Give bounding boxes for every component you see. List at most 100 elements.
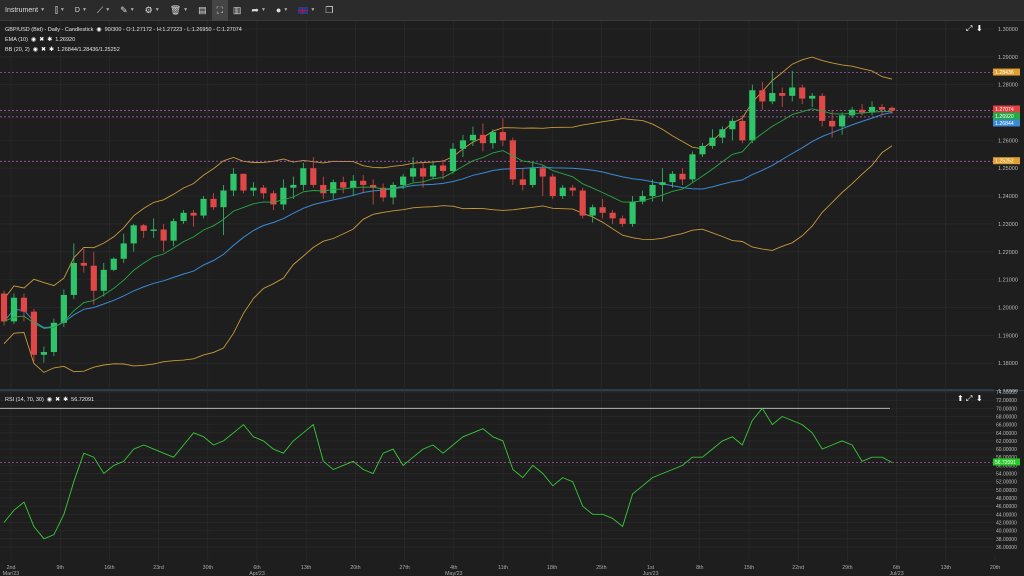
candle-body xyxy=(878,106,886,110)
candle-body xyxy=(390,184,397,198)
date-tick-label: 30th xyxy=(203,565,213,571)
timeframe-menu[interactable]: D ▼ xyxy=(70,0,92,21)
candle-body xyxy=(499,132,506,141)
rsi-axis: 74.00000 72.00000 70.00000 68.00000 66.00000… xyxy=(993,390,1024,555)
toolbar: Instrument ▼ ⫿ ▼ D ▼ ⟋ ▼ ✎ ▼ ⚙ ▼ 🗑 ▼ ▤ ⛶… xyxy=(0,0,1024,21)
candle-body xyxy=(130,225,137,244)
candle-body xyxy=(529,168,536,185)
candle-body xyxy=(729,120,736,130)
price-tick-label: 1.25000 xyxy=(998,166,1018,172)
arrow-down-icon[interactable]: ⬇ xyxy=(976,394,983,403)
date-tick-label: 9th xyxy=(57,565,64,571)
candle-body xyxy=(40,352,48,355)
expand-icon[interactable]: ⤢ xyxy=(966,24,972,34)
drawing-tools-menu[interactable]: ✎ ▼ xyxy=(115,0,140,21)
candle-body xyxy=(459,140,467,149)
price-tick-label: 1.29000 xyxy=(998,55,1018,61)
chart-canvas[interactable]: 1.300001.290001.280001.270001.260001.250… xyxy=(0,21,1024,576)
legend-ohlc: 90/300 - O:1.27172 - H:1.27223 - L:1.269… xyxy=(104,26,242,33)
candle-body xyxy=(809,95,816,99)
candle-body xyxy=(220,190,227,208)
candle-body xyxy=(20,297,28,312)
price-tag-label: 1.28436 xyxy=(995,70,1014,76)
candle-body xyxy=(340,182,347,188)
arrow-up-icon[interactable]: ⬆ xyxy=(957,394,964,403)
rsi-tick-label: 38.00000 xyxy=(996,537,1017,543)
bb-label: BB (20, 2) xyxy=(5,46,30,53)
expand-icon[interactable]: ⤢ xyxy=(966,394,972,404)
eye-icon[interactable]: ◉ xyxy=(47,396,52,403)
candle-body xyxy=(469,134,477,141)
price-tick-label: 1.24000 xyxy=(998,194,1018,200)
candle-body xyxy=(848,109,856,116)
candle-body xyxy=(160,229,167,241)
crosshair-button[interactable]: ⛶ xyxy=(211,0,228,21)
chevron-down-icon: ▼ xyxy=(283,7,289,13)
candle-body xyxy=(320,184,327,194)
date-tick-label: 13th xyxy=(301,565,311,571)
date-tick-label: 16th xyxy=(104,565,114,571)
settings-icon[interactable]: ✱ xyxy=(63,396,68,403)
gear-icon: ⚙ xyxy=(144,4,153,15)
bar-chart-button[interactable]: ▥ xyxy=(228,0,247,21)
candle-body xyxy=(858,109,866,113)
candle-body xyxy=(829,120,836,127)
main-legend: GBP/USD (Bid) - Daily - Candlestick ◉ 90… xyxy=(5,26,242,34)
uk-flag-icon xyxy=(298,6,309,14)
settings-icon[interactable]: ✱ xyxy=(49,46,54,53)
language-menu[interactable]: ▼ xyxy=(293,0,320,21)
chevron-down-icon: ▼ xyxy=(129,7,135,13)
candle-body xyxy=(300,168,307,185)
rsi-tick-label: 50.00000 xyxy=(996,488,1017,494)
date-tick-label: 23rd xyxy=(153,565,164,571)
rsi-legend: RSI (14, 70, 30) ◉ ✖ ✱ 56.72091 xyxy=(5,396,94,404)
indicators-menu[interactable]: ⟋ ▼ xyxy=(92,0,115,21)
settings-menu[interactable]: ⚙ ▼ xyxy=(140,0,165,21)
candle-body xyxy=(170,221,177,241)
candle-body xyxy=(599,207,606,213)
arrow-down-icon[interactable]: ⬇ xyxy=(976,24,983,33)
candle-body xyxy=(260,187,267,194)
instrument-menu[interactable]: Instrument ▼ xyxy=(0,0,50,21)
droplet-icon: ● xyxy=(275,4,282,15)
rsi-tag-label: 56.72091 xyxy=(995,460,1016,466)
popout-button[interactable]: ❐ xyxy=(320,0,338,21)
date-tick-label: 11th xyxy=(498,565,508,571)
close-icon[interactable]: ✖ xyxy=(55,396,60,403)
theme-menu[interactable]: ● ▼ xyxy=(271,0,293,21)
candle-body xyxy=(739,120,746,141)
trash-icon: 🗑 xyxy=(169,4,182,15)
instrument-label: Instrument xyxy=(5,6,39,14)
rsi-tick-label: 48.00000 xyxy=(996,496,1017,502)
rsi-tick-label: 52.00000 xyxy=(996,480,1017,486)
candle-body xyxy=(70,262,77,295)
chart-type-menu[interactable]: ⫿ ▼ xyxy=(50,0,70,21)
candle-body xyxy=(679,173,686,180)
price-tag-label: 1.26920 xyxy=(995,114,1014,120)
eye-icon[interactable]: ◉ xyxy=(96,26,101,33)
rsi-tick-label: 68.00000 xyxy=(996,414,1017,420)
price-tick-label: 1.20000 xyxy=(998,305,1018,311)
date-tick-label: 20th xyxy=(990,565,1000,571)
ema-label: EMA (10) xyxy=(5,36,28,43)
indicator-icon: ⟋ xyxy=(96,4,104,15)
candle-body xyxy=(270,193,277,205)
price-tick-label: 1.21000 xyxy=(998,278,1018,284)
delete-menu[interactable]: 🗑 ▼ xyxy=(165,0,193,21)
candle-body xyxy=(699,145,706,155)
price-tick-label: 1.28000 xyxy=(998,83,1018,89)
close-icon[interactable]: ✖ xyxy=(41,46,46,53)
price-tick-label: 1.23000 xyxy=(998,222,1018,228)
share-menu[interactable]: ➦ ▼ xyxy=(246,0,271,21)
layout-button[interactable]: ▤ xyxy=(193,0,212,21)
eye-icon[interactable]: ◉ xyxy=(31,36,36,43)
candle-body xyxy=(579,190,586,216)
eye-icon[interactable]: ◉ xyxy=(33,46,38,53)
candle-body xyxy=(280,187,287,205)
candle-body xyxy=(839,115,846,127)
rsi-tick-label: 36.00000 xyxy=(996,545,1017,551)
settings-icon[interactable]: ✱ xyxy=(47,36,52,43)
price-tick-label: 1.26000 xyxy=(998,138,1018,144)
candle-body xyxy=(360,180,367,185)
close-icon[interactable]: ✖ xyxy=(39,36,44,43)
